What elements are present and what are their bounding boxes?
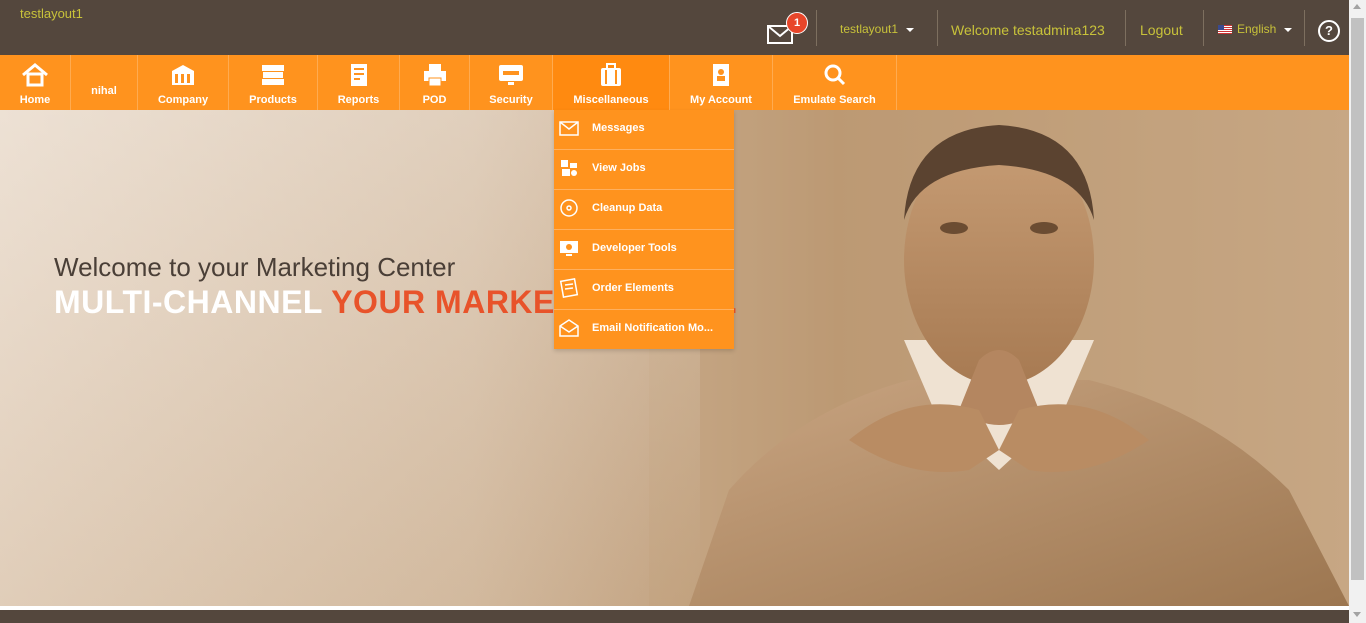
- language-dropdown[interactable]: English: [1218, 22, 1293, 36]
- monitor-tools-icon: [560, 241, 578, 256]
- messages-button[interactable]: 1: [766, 12, 810, 46]
- nav-item-emulate-search[interactable]: Emulate Search: [773, 55, 897, 110]
- divider: [1125, 10, 1126, 46]
- scrollbar-thumb[interactable]: [1351, 18, 1364, 580]
- nav-item-nihal[interactable]: nihal: [71, 55, 138, 110]
- nav-label: Miscellaneous: [573, 94, 649, 106]
- nav-label: nihal: [91, 85, 117, 97]
- nav-label: Home: [19, 94, 51, 106]
- report-icon: [350, 64, 367, 86]
- divider: [816, 10, 817, 46]
- logout-link[interactable]: Logout: [1140, 22, 1183, 38]
- nav-item-miscellaneous[interactable]: Miscellaneous: [553, 55, 670, 110]
- building-icon: [172, 65, 194, 85]
- main-nav: Home nihal Company Products Reports POD: [0, 55, 1349, 110]
- nav-item-my-account[interactable]: My Account: [670, 55, 773, 110]
- books-icon: [262, 65, 284, 85]
- nav-item-home[interactable]: Home: [0, 55, 71, 110]
- account-book-icon: [713, 64, 729, 86]
- divider: [1304, 10, 1305, 46]
- menu-item-view-jobs[interactable]: View Jobs: [554, 150, 734, 190]
- site-name: testlayout1: [20, 6, 83, 21]
- nav-label: Company: [157, 94, 209, 106]
- menu-item-developer-tools[interactable]: Developer Tools: [554, 230, 734, 270]
- nav-item-products[interactable]: Products: [229, 55, 318, 110]
- search-icon: [824, 64, 845, 86]
- account-label: testlayout1: [840, 22, 899, 36]
- menu-item-order-elements[interactable]: Order Elements: [554, 270, 734, 310]
- envelope-icon: [559, 121, 579, 136]
- nav-item-company[interactable]: Company: [138, 55, 229, 110]
- welcome-text: Welcome testadmina123: [951, 22, 1105, 38]
- home-icon: [22, 63, 48, 87]
- nav-item-pod[interactable]: POD: [400, 55, 470, 110]
- messages-count-badge: 1: [786, 12, 808, 34]
- miscellaneous-dropdown-menu: Messages View Jobs Cleanup Data Develope…: [554, 110, 734, 349]
- nav-label: POD: [422, 94, 447, 106]
- jobs-icon: [561, 160, 577, 176]
- man-portrait-image: [649, 110, 1349, 606]
- menu-item-label: Developer Tools: [592, 242, 677, 254]
- printer-icon: [423, 64, 446, 87]
- hero-heading: Welcome to your Marketing Center: [54, 252, 456, 282]
- menu-item-label: Order Elements: [592, 282, 674, 294]
- nav-label: Security: [489, 94, 533, 106]
- nav-label: Reports: [337, 94, 380, 106]
- chevron-down-icon: [906, 27, 915, 32]
- nav-label: My Account: [690, 94, 752, 106]
- help-button[interactable]: ?: [1318, 20, 1340, 42]
- hero-tagline-main: MULTI-CHANNEL: [54, 284, 332, 320]
- disc-icon: [560, 199, 578, 217]
- divider: [1203, 10, 1204, 46]
- menu-item-label: View Jobs: [592, 162, 646, 174]
- scroll-up-arrow-icon[interactable]: [1353, 4, 1361, 9]
- menu-item-label: Cleanup Data: [592, 202, 663, 214]
- divider: [937, 10, 938, 46]
- footer-bar: [0, 610, 1349, 623]
- mail-notify-icon: [559, 319, 579, 337]
- top-bar: testlayout1 1 testlayout1 Welcome testad…: [0, 0, 1349, 55]
- menu-item-cleanup-data[interactable]: Cleanup Data: [554, 190, 734, 230]
- chevron-down-icon: [1284, 27, 1293, 32]
- order-list-icon: [559, 278, 579, 298]
- us-flag-icon: [1218, 25, 1232, 35]
- menu-item-messages[interactable]: Messages: [554, 110, 734, 150]
- monitor-lock-icon: [499, 65, 523, 85]
- briefcase-icon: [601, 63, 621, 86]
- nav-label: Emulate Search: [793, 94, 876, 106]
- nav-item-security[interactable]: Security: [470, 55, 553, 110]
- account-dropdown[interactable]: testlayout1: [840, 22, 915, 36]
- language-label: English: [1237, 22, 1277, 36]
- menu-item-label: Email Notification Mo...: [592, 322, 714, 334]
- nav-item-reports[interactable]: Reports: [318, 55, 400, 110]
- menu-item-label: Messages: [592, 122, 645, 134]
- nav-label: Products: [249, 94, 297, 106]
- menu-item-email-notification[interactable]: Email Notification Mo...: [554, 310, 734, 349]
- scroll-down-arrow-icon[interactable]: [1353, 612, 1361, 617]
